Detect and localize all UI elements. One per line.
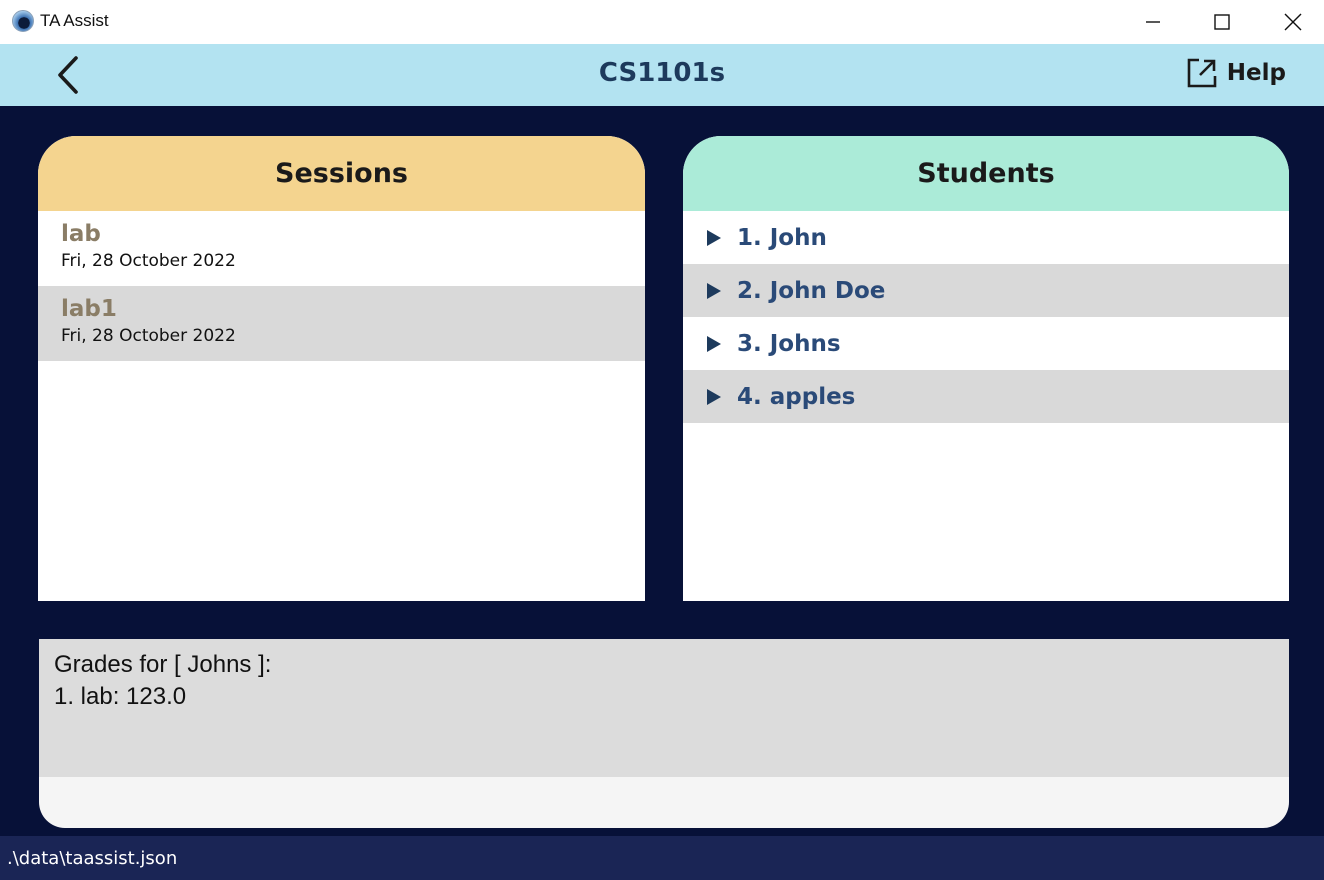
student-list-item[interactable]: 4. apples <box>683 370 1289 423</box>
expand-arrow-icon[interactable] <box>707 229 721 246</box>
window-title: TA Assist <box>40 11 109 30</box>
session-list-item[interactable]: lab1 Fri, 28 October 2022 <box>38 286 645 361</box>
minimize-icon <box>1146 21 1160 23</box>
session-name: lab <box>61 221 101 247</box>
result-display: Grades for [ Johns ]: 1. lab: 123.0 <box>39 639 1289 828</box>
students-title: Students <box>683 136 1289 211</box>
expand-arrow-icon[interactable] <box>707 388 721 405</box>
app-logo-icon <box>12 10 34 32</box>
sessions-panel: Sessions lab Fri, 28 October 2022 lab1 F… <box>38 136 645 601</box>
student-list-item[interactable]: 3. Johns <box>683 317 1289 370</box>
result-line: 1. lab: 123.0 <box>54 683 187 710</box>
result-text-area[interactable]: Grades for [ Johns ]: 1. lab: 123.0 <box>39 639 1289 777</box>
help-button[interactable]: Help <box>1187 58 1286 88</box>
page-title: CS1101s <box>598 58 726 88</box>
student-name: 3. Johns <box>737 330 841 357</box>
data-file-path: .\data\taassist.json <box>7 848 178 869</box>
sessions-title: Sessions <box>38 136 645 211</box>
expand-arrow-icon[interactable] <box>707 335 721 352</box>
student-list-item[interactable]: 2. John Doe <box>683 264 1289 317</box>
students-panel: Students 1. John 2. John Doe 3. Johns 4.… <box>683 136 1289 601</box>
app-header: CS1101s Help <box>0 44 1324 106</box>
student-list-item[interactable]: 1. John <box>683 211 1289 264</box>
window-titlebar: TA Assist <box>0 0 1324 44</box>
session-list-item[interactable]: lab Fri, 28 October 2022 <box>38 211 645 286</box>
expand-arrow-icon[interactable] <box>707 282 721 299</box>
session-date: Fri, 28 October 2022 <box>61 251 236 271</box>
maximize-icon <box>1214 14 1230 30</box>
close-icon <box>1284 13 1302 31</box>
maximize-button[interactable] <box>1187 0 1257 44</box>
external-link-icon <box>1187 58 1217 88</box>
session-name: lab1 <box>61 296 117 322</box>
minimize-button[interactable] <box>1118 0 1188 44</box>
student-name: 2. John Doe <box>737 277 886 304</box>
result-line: Grades for [ Johns ]: <box>54 651 272 678</box>
session-date: Fri, 28 October 2022 <box>61 326 236 346</box>
student-name: 4. apples <box>737 383 856 410</box>
status-bar: .\data\taassist.json <box>0 836 1324 880</box>
close-button[interactable] <box>1258 0 1324 44</box>
student-name: 1. John <box>737 224 827 251</box>
help-label: Help <box>1226 60 1286 86</box>
